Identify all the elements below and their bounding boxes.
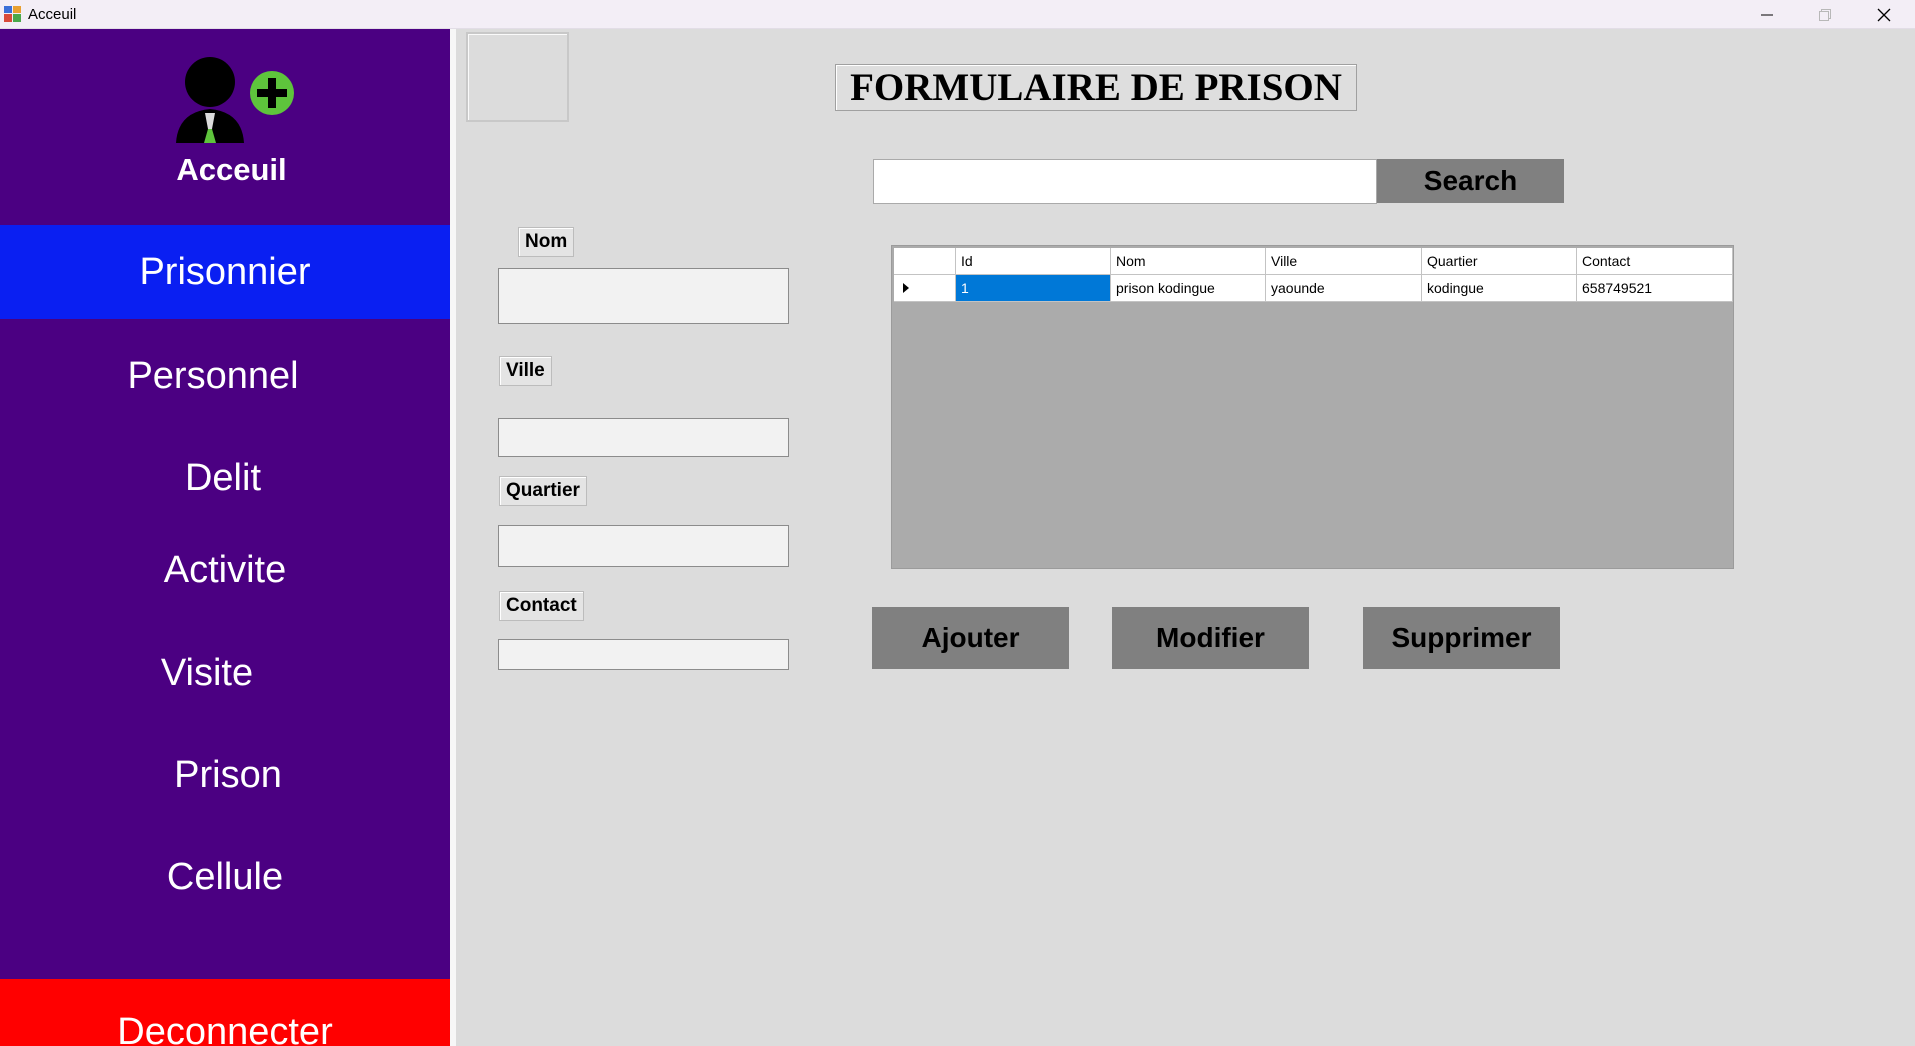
column-header-quartier[interactable]: Quartier xyxy=(1422,248,1577,275)
quartier-label: Quartier xyxy=(499,476,587,506)
search-button[interactable]: Search xyxy=(1377,159,1564,203)
sidebar-item-prison[interactable]: Prison xyxy=(3,728,453,822)
ville-field[interactable] xyxy=(498,418,789,457)
close-button[interactable] xyxy=(1855,0,1913,29)
edit-button[interactable]: Modifier xyxy=(1112,607,1309,669)
table-cell-nom[interactable]: prison kodingue xyxy=(1111,275,1266,302)
close-icon xyxy=(1877,8,1891,21)
sidebar-item-label: Prison xyxy=(174,753,282,796)
ville-label: Ville xyxy=(499,356,552,386)
table-cell-ville[interactable]: yaounde xyxy=(1266,275,1422,302)
table-row[interactable]: 1 prison kodingue yaounde kodingue 65874… xyxy=(894,275,1733,302)
table-cell-quartier[interactable]: kodingue xyxy=(1422,275,1577,302)
grid-header-row: Id Nom Ville Quartier Contact xyxy=(894,248,1733,275)
maximize-button[interactable] xyxy=(1796,0,1854,29)
sidebar-item-activite[interactable]: Activite xyxy=(0,523,450,617)
column-header-contact[interactable]: Contact xyxy=(1577,248,1733,275)
sidebar-item-label: Visite xyxy=(160,651,254,694)
sidebar-item-label: Prisonnier xyxy=(139,250,311,293)
column-header-ville[interactable]: Ville xyxy=(1266,248,1422,275)
row-header-cell[interactable] xyxy=(894,275,956,302)
add-user-icon xyxy=(176,57,294,143)
home-link[interactable]: Acceuil xyxy=(0,29,450,225)
page-title: FORMULAIRE DE PRISON xyxy=(835,64,1357,111)
column-header-id[interactable]: Id xyxy=(956,248,1111,275)
minimize-button[interactable] xyxy=(1738,0,1796,29)
sidebar-item-cellule[interactable]: Cellule xyxy=(0,830,450,924)
restore-icon xyxy=(1819,8,1831,21)
delete-button[interactable]: Supprimer xyxy=(1363,607,1560,669)
nom-label: Nom xyxy=(518,227,575,257)
search-input[interactable] xyxy=(873,159,1377,204)
current-row-arrow-icon xyxy=(903,283,909,293)
table-cell-contact[interactable]: 658749521 xyxy=(1577,275,1733,302)
sidebar-item-label: Activite xyxy=(163,548,287,591)
sidebar-divider xyxy=(450,29,456,1046)
sidebar-item-personnel[interactable]: Personnel xyxy=(0,329,438,423)
window-titlebar: Acceuil xyxy=(0,0,1915,29)
sidebar-item-visite[interactable]: Visite xyxy=(0,626,432,720)
grid-corner-cell[interactable] xyxy=(894,248,956,275)
data-grid[interactable]: Id Nom Ville Quartier Contact 1 prison k… xyxy=(891,245,1734,569)
table-cell-id[interactable]: 1 xyxy=(956,275,1111,302)
contact-label: Contact xyxy=(499,591,584,621)
sidebar-item-label: Cellule xyxy=(166,855,284,898)
sidebar: Acceuil Prisonnier Personnel Delit Activ… xyxy=(0,29,450,1046)
logout-label: Deconnecter xyxy=(117,1011,333,1046)
quartier-field[interactable] xyxy=(498,525,789,567)
add-button[interactable]: Ajouter xyxy=(872,607,1069,669)
sidebar-item-prisonnier[interactable]: Prisonnier xyxy=(0,225,450,319)
logo-placeholder xyxy=(466,32,569,122)
column-header-nom[interactable]: Nom xyxy=(1111,248,1266,275)
app-icon xyxy=(4,6,21,22)
minimize-icon xyxy=(1761,14,1773,15)
nom-field[interactable] xyxy=(498,268,789,324)
contact-field[interactable] xyxy=(498,639,789,670)
sidebar-item-delit[interactable]: Delit xyxy=(0,431,448,525)
home-label: Acceuil xyxy=(176,152,287,187)
sidebar-item-label: Delit xyxy=(184,456,262,499)
sidebar-item-label: Personnel xyxy=(127,354,299,397)
logout-button[interactable]: Deconnecter xyxy=(0,979,450,1046)
window-title: Acceuil xyxy=(28,6,77,23)
